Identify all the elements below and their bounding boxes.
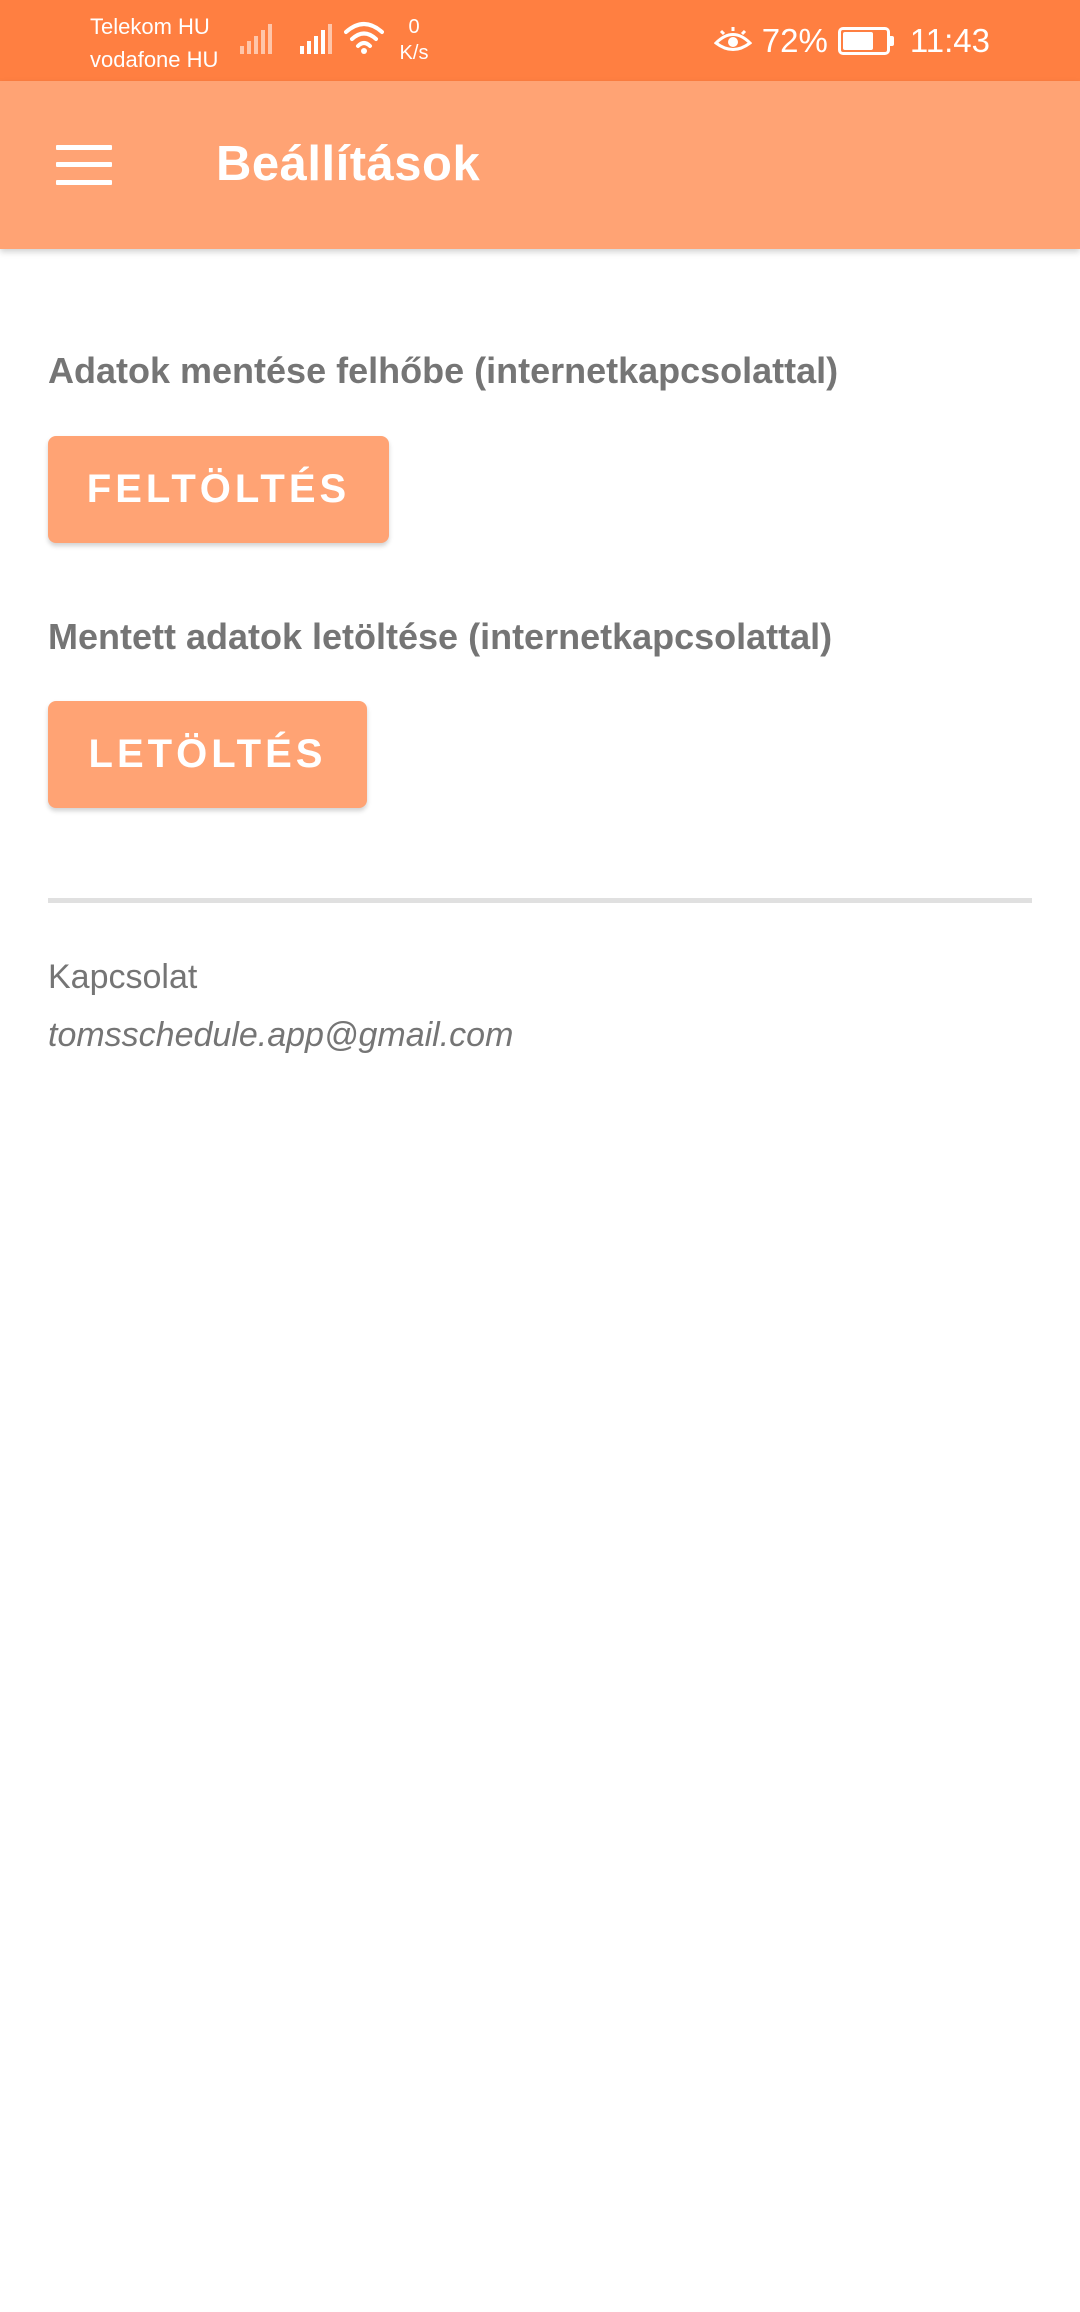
- signal-icon: [240, 24, 272, 54]
- status-bar: Telekom HU vodafone HU 0 K/s 72% 11:43: [0, 0, 1080, 81]
- contact-email[interactable]: tomsschedule.app@gmail.com: [48, 1016, 513, 1055]
- contact-label: Kapcsolat: [48, 958, 198, 996]
- divider: [48, 898, 1032, 903]
- upload-label: Adatok mentése felhőbe (internetkapcsola…: [48, 350, 839, 391]
- network-speed-value: 0: [408, 16, 420, 38]
- signal-icon: [300, 24, 332, 54]
- battery-percent: 72%: [761, 21, 828, 59]
- battery-icon: [837, 26, 894, 55]
- network-speed-unit: K/s: [399, 42, 429, 64]
- download-label: Mentett adatok letöltése (internetkapcso…: [48, 616, 833, 657]
- carrier-names: Telekom HU vodafone HU: [90, 10, 218, 76]
- eye-comfort-icon: [713, 26, 752, 51]
- upload-button[interactable]: FELTÖLTÉS: [48, 436, 389, 543]
- hamburger-menu-icon: [56, 145, 112, 185]
- app-bar: Beállítások: [0, 81, 1080, 249]
- network-speed: 0 K/s: [396, 14, 432, 66]
- wifi-icon: [344, 22, 384, 54]
- status-right: 72% 11:43: [713, 0, 990, 81]
- page-title: Beállítások: [216, 137, 481, 191]
- menu-button[interactable]: [36, 121, 132, 209]
- carrier-1: Telekom HU: [90, 14, 210, 39]
- download-button[interactable]: LETÖLTÉS: [48, 701, 367, 808]
- carrier-2: vodafone HU: [90, 47, 219, 72]
- clock: 11:43: [909, 21, 990, 59]
